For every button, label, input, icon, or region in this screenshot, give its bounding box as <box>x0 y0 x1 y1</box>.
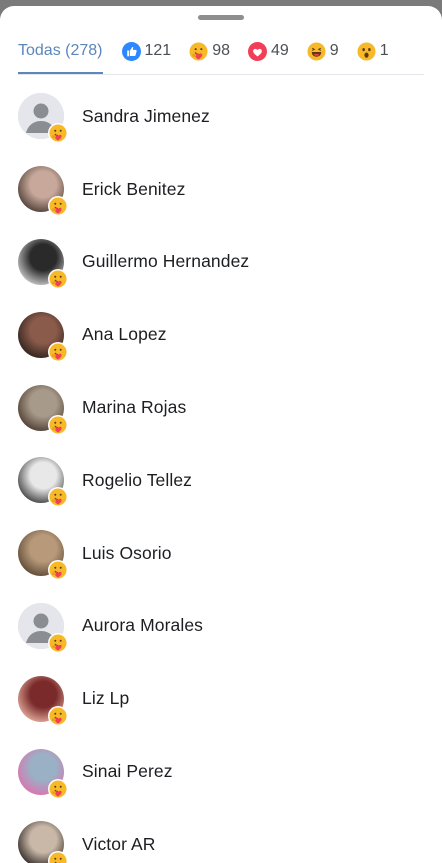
avatar-container <box>18 675 68 726</box>
person-name[interactable]: Rogelio Tellez <box>82 470 192 491</box>
haha-icon <box>307 41 326 61</box>
list-item[interactable]: Erick Benitez <box>0 153 442 226</box>
care-icon <box>48 705 68 726</box>
person-name[interactable]: Sandra Jimenez <box>82 106 210 127</box>
care-icon <box>189 41 208 61</box>
tab-like[interactable]: 121 <box>121 30 172 72</box>
person-name[interactable]: Luis Osorio <box>82 543 172 564</box>
tab-haha-count: 9 <box>329 42 339 59</box>
list-item[interactable]: Luis Osorio <box>0 517 442 590</box>
tab-all-reactions[interactable]: Todas (278) <box>18 30 103 74</box>
tab-divider <box>18 74 424 75</box>
people-list: Sandra Jimenez Erick Benitez Guillermo H… <box>0 80 442 863</box>
list-item[interactable]: Rogelio Tellez <box>0 444 442 517</box>
avatar-container <box>18 821 68 863</box>
tab-love-count: 49 <box>271 42 289 59</box>
list-item[interactable]: Sandra Jimenez <box>0 80 442 153</box>
reaction-tabs: Todas (278) 121 98 49 9 1 <box>18 30 424 74</box>
care-icon <box>48 851 68 863</box>
list-item[interactable]: Ana Lopez <box>0 298 442 371</box>
tab-all-label: Todas (278) <box>18 42 103 59</box>
like-icon <box>121 41 141 61</box>
care-icon <box>48 196 68 217</box>
person-name[interactable]: Aurora Morales <box>82 615 203 636</box>
care-icon <box>48 778 68 799</box>
care-icon <box>48 632 68 653</box>
avatar-container <box>18 530 68 581</box>
care-icon <box>48 487 68 508</box>
tab-care[interactable]: 98 <box>189 30 230 72</box>
person-name[interactable]: Guillermo Hernandez <box>82 251 249 272</box>
care-icon <box>48 123 68 144</box>
person-name[interactable]: Liz Lp <box>82 688 129 709</box>
list-item[interactable]: Guillermo Hernandez <box>0 226 442 299</box>
avatar-container <box>18 93 68 144</box>
reactions-sheet: Todas (278) 121 98 49 9 1 Sandra Jimenez… <box>0 6 442 863</box>
person-name[interactable]: Erick Benitez <box>82 179 185 200</box>
person-name[interactable]: Sinai Perez <box>82 761 173 782</box>
person-name[interactable]: Ana Lopez <box>82 324 167 345</box>
list-item[interactable]: Liz Lp <box>0 662 442 735</box>
list-item[interactable]: Aurora Morales <box>0 590 442 663</box>
tab-like-count: 121 <box>144 42 172 59</box>
tab-care-count: 98 <box>212 42 230 59</box>
avatar-container <box>18 238 68 289</box>
sheet-grabber-handle[interactable] <box>198 15 244 20</box>
person-name[interactable]: Marina Rojas <box>82 397 186 418</box>
avatar-container <box>18 384 68 435</box>
tab-love[interactable]: 49 <box>248 30 289 72</box>
tab-wow-count: 1 <box>379 42 389 59</box>
care-icon <box>48 268 68 289</box>
care-icon <box>48 341 68 362</box>
list-item[interactable]: Victor AR <box>0 808 442 863</box>
avatar-container <box>18 311 68 362</box>
person-name[interactable]: Victor AR <box>82 834 156 855</box>
avatar-container <box>18 166 68 217</box>
tab-wow[interactable]: 1 <box>357 30 389 72</box>
care-icon <box>48 560 68 581</box>
avatar-container <box>18 457 68 508</box>
wow-icon <box>357 41 376 61</box>
avatar-container <box>18 602 68 653</box>
tab-haha[interactable]: 9 <box>307 30 339 72</box>
list-item[interactable]: Marina Rojas <box>0 371 442 444</box>
love-icon <box>248 41 267 61</box>
care-icon <box>48 414 68 435</box>
list-item[interactable]: Sinai Perez <box>0 735 442 808</box>
avatar-container <box>18 748 68 799</box>
